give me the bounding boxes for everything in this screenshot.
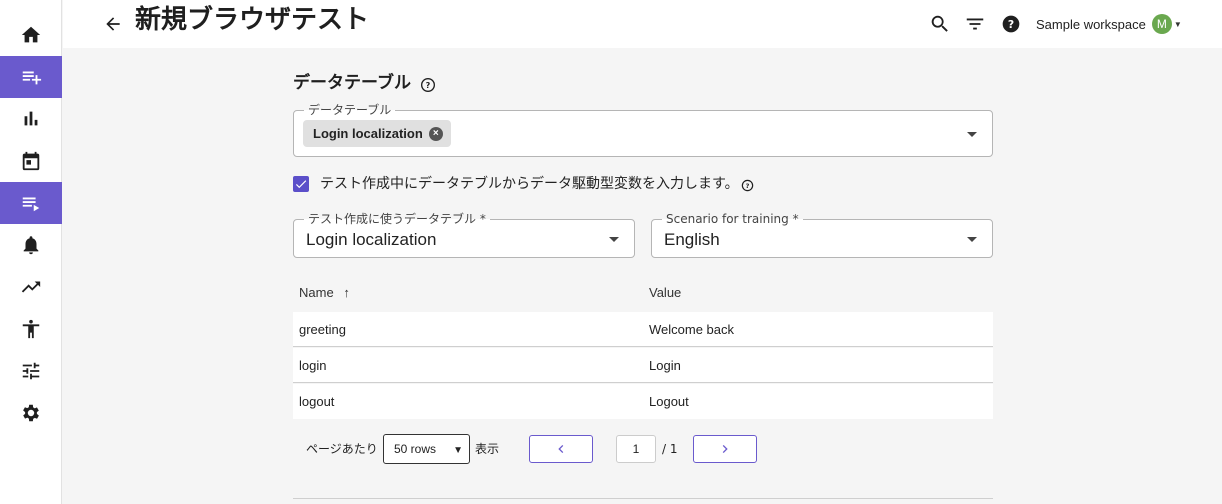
table-cell-name: greeting bbox=[299, 322, 346, 337]
sort-ascending-icon: ↑ bbox=[343, 285, 350, 300]
scenario-select-value: English bbox=[664, 230, 720, 249]
help-outline-icon[interactable]: ? bbox=[741, 179, 754, 192]
search-icon bbox=[931, 15, 948, 32]
workspace-name: Sample workspace bbox=[1036, 16, 1146, 32]
rows-per-page-select[interactable]: 50 rows ▼ bbox=[383, 434, 470, 464]
home-icon bbox=[21, 26, 41, 43]
avatar: M bbox=[1151, 14, 1172, 34]
table-header: Name ↑ Value bbox=[293, 276, 993, 312]
page-number-input[interactable]: 1 bbox=[616, 435, 656, 463]
filter-button[interactable] bbox=[963, 12, 987, 36]
scenario-select[interactable]: Scenario for training * English bbox=[651, 211, 993, 258]
table-cell-name: login bbox=[299, 358, 327, 373]
table-cell-value: Logout bbox=[649, 394, 689, 409]
bell-icon bbox=[23, 236, 39, 255]
dropdown-arrow-icon[interactable] bbox=[967, 132, 977, 137]
test-datatable-select-value: Login localization bbox=[306, 230, 437, 249]
sidebar-item-test-runs[interactable] bbox=[0, 182, 62, 224]
sidebar-item-settings-tune[interactable] bbox=[0, 350, 62, 392]
help-outline-icon[interactable]: ? bbox=[420, 77, 436, 93]
display-label: 表示 bbox=[475, 442, 500, 456]
variables-table: Name ↑ Value greeting Welcome back login… bbox=[293, 276, 993, 419]
table-cell-name: logout bbox=[299, 394, 335, 409]
datatable-field-label: データテーブル bbox=[304, 102, 396, 118]
help-button[interactable]: ? bbox=[999, 12, 1023, 36]
test-datatable-select[interactable]: テスト作成に使うデータテブル * Login localization bbox=[293, 211, 635, 258]
search-button[interactable] bbox=[928, 12, 952, 36]
check-icon bbox=[295, 180, 307, 189]
svg-text:?: ? bbox=[1008, 18, 1014, 31]
datatable-chip[interactable]: Login localization × bbox=[303, 120, 451, 147]
table-row[interactable]: greeting Welcome back bbox=[293, 312, 993, 347]
page-total: / 1 bbox=[662, 442, 678, 456]
trending-up-icon bbox=[21, 281, 41, 293]
svg-text:?: ? bbox=[746, 182, 750, 190]
gear-icon bbox=[23, 404, 39, 422]
sidebar bbox=[0, 0, 62, 504]
per-page-label: ページあたり bbox=[306, 442, 378, 456]
sidebar-item-notifications[interactable] bbox=[0, 224, 62, 266]
table-row[interactable]: logout Logout bbox=[293, 384, 993, 419]
tune-icon bbox=[22, 362, 40, 380]
test-datatable-select-label: テスト作成に使うデータテブル * bbox=[304, 211, 490, 227]
table-row[interactable]: login Login bbox=[293, 348, 993, 383]
calendar-icon bbox=[22, 151, 40, 171]
sidebar-item-new-test[interactable] bbox=[0, 56, 62, 98]
top-header: 新規ブラウザテスト ? Sample workspace M ▼ bbox=[63, 0, 1222, 48]
playlist-play-icon bbox=[22, 197, 40, 212]
section-title: データテーブル bbox=[293, 73, 411, 93]
arrow-back-icon bbox=[106, 17, 120, 31]
sidebar-item-accessibility[interactable] bbox=[0, 308, 62, 350]
chevron-right-icon bbox=[722, 445, 728, 453]
page-title: 新規ブラウザテスト bbox=[135, 5, 370, 35]
datatable-field[interactable]: データテーブル Login localization × bbox=[293, 102, 993, 157]
table-cell-value: Welcome back bbox=[649, 322, 735, 337]
column-header-value[interactable]: Value bbox=[649, 284, 681, 302]
rows-per-page-value: 50 rows bbox=[394, 442, 437, 456]
chevron-left-icon bbox=[558, 445, 564, 453]
sidebar-item-home[interactable] bbox=[0, 14, 62, 56]
divider bbox=[293, 498, 993, 499]
accessibility-icon bbox=[22, 319, 40, 339]
datadriven-checkbox-label: テスト作成中にデータテブルからデータ駆動型変数を入力します。 bbox=[320, 176, 739, 192]
chevron-down-icon: ▼ bbox=[453, 445, 463, 456]
next-page-button[interactable] bbox=[693, 435, 757, 463]
bar-chart-icon bbox=[24, 111, 38, 126]
dropdown-arrow-icon bbox=[609, 237, 619, 242]
datadriven-checkbox[interactable] bbox=[293, 176, 309, 192]
scenario-select-label: Scenario for training * bbox=[662, 211, 803, 227]
dropdown-arrow-icon bbox=[967, 237, 977, 242]
sidebar-item-schedule[interactable] bbox=[0, 140, 62, 182]
svg-text:?: ? bbox=[426, 81, 431, 90]
table-cell-value: Login bbox=[649, 358, 681, 373]
sidebar-item-insights[interactable] bbox=[0, 266, 62, 308]
help-circle-icon: ? bbox=[1002, 15, 1020, 33]
back-button[interactable] bbox=[101, 12, 125, 36]
chip-remove-icon[interactable]: × bbox=[428, 126, 443, 141]
datatable-chip-label: Login localization bbox=[313, 126, 423, 141]
sidebar-item-settings[interactable] bbox=[0, 392, 62, 434]
filter-icon bbox=[966, 18, 984, 30]
column-header-name-label: Name bbox=[299, 285, 334, 300]
caret-down-icon: ▼ bbox=[1173, 19, 1182, 29]
prev-page-button[interactable] bbox=[529, 435, 593, 463]
workspace-switcher[interactable]: Sample workspace M ▼ bbox=[1036, 12, 1182, 36]
playlist-add-icon bbox=[22, 71, 42, 85]
column-header-name[interactable]: Name ↑ bbox=[299, 284, 350, 302]
sidebar-item-reports[interactable] bbox=[0, 98, 62, 140]
